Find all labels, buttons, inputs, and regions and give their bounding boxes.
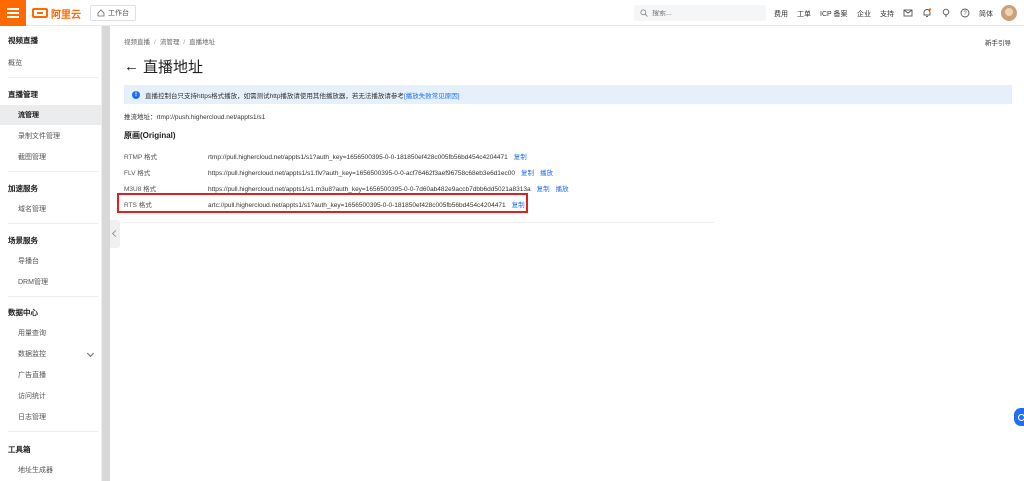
sidebar-group-acceleration[interactable]: 加速服务 bbox=[0, 178, 102, 198]
home-icon bbox=[97, 9, 105, 17]
sidebar: 视频直播 概览 直播管理 流管理 录制文件管理 截图管理 加速服务 域名管理 场… bbox=[0, 26, 102, 481]
page-title: ← 直播地址 bbox=[124, 56, 203, 77]
avatar[interactable] bbox=[1001, 5, 1017, 21]
push-address-value: rtmp://push.highercloud.net/appts1/s1 bbox=[156, 114, 266, 121]
sidebar-collapse-handle[interactable] bbox=[110, 220, 120, 248]
stream-label-rtmp: RTMP 格式 bbox=[124, 154, 157, 161]
copy-button[interactable]: 复制 bbox=[537, 186, 550, 193]
back-arrow-icon[interactable]: ← bbox=[124, 58, 139, 75]
sidebar-item-label: 数据监控 bbox=[18, 351, 46, 358]
breadcrumb-item-stream[interactable]: 流管理 bbox=[160, 39, 180, 46]
sidebar-divider bbox=[8, 77, 98, 78]
sidebar-item-recording-files[interactable]: 录制文件管理 bbox=[0, 126, 102, 146]
workbench-label: 工作台 bbox=[108, 10, 129, 17]
stream-label-flv: FLV 格式 bbox=[124, 170, 151, 177]
sidebar-item-address-generator[interactable]: 地址生成器 bbox=[0, 460, 102, 480]
sidebar-item-drm[interactable]: DRM管理 bbox=[0, 272, 102, 292]
sidebar-item-monitoring[interactable]: 数据监控 bbox=[0, 344, 102, 364]
search-icon bbox=[640, 9, 648, 17]
stream-url: https://pull.highercloud.net/appts1/s1.f… bbox=[208, 170, 516, 177]
bell-icon[interactable] bbox=[922, 8, 932, 18]
sidebar-item-snapshots[interactable]: 截图管理 bbox=[0, 147, 102, 167]
play-button[interactable]: 播放 bbox=[540, 170, 553, 177]
sidebar-item-stream-management[interactable]: 流管理 bbox=[0, 105, 102, 125]
enterprise-link[interactable]: 企业 bbox=[857, 9, 871, 19]
rts-highlight-box bbox=[117, 193, 528, 213]
sidebar-item-ad-live[interactable]: 广告直播 bbox=[0, 365, 102, 385]
sidebar-title: 视频直播 bbox=[8, 35, 38, 45]
sidebar-divider bbox=[8, 431, 98, 432]
section-title: 原画(Original) bbox=[124, 131, 176, 140]
stream-row-rtmp: rtmp://pull.highercloud.net/appts1/s1?au… bbox=[208, 151, 527, 161]
sidebar-scrollbar[interactable] bbox=[102, 26, 110, 481]
beginner-guide-link[interactable]: 新手引导 bbox=[985, 37, 1011, 47]
help-icon[interactable]: ? bbox=[960, 8, 970, 18]
stream-label-m3u8: M3U8 格式 bbox=[124, 186, 157, 193]
stream-url: rtmp://pull.highercloud.net/appts1/s1?au… bbox=[208, 154, 508, 161]
breadcrumb-item-current: 直播地址 bbox=[189, 39, 216, 46]
sidebar-item-usage[interactable]: 用量查询 bbox=[0, 323, 102, 343]
notice-text: 直播控制台只支持https格式播放，如需测试http播放请使用其他播放器，若无法… bbox=[145, 92, 404, 100]
sidebar-group-live-management[interactable]: 直播管理 bbox=[0, 84, 102, 104]
notice-help-link[interactable]: [播放失败常见原因] bbox=[404, 90, 460, 100]
ticket-link[interactable]: 工单 bbox=[797, 9, 811, 19]
sidebar-group-data-center[interactable]: 数据中心 bbox=[0, 302, 102, 322]
push-address-label: 推流地址： bbox=[124, 114, 157, 121]
sidebar-divider bbox=[8, 171, 98, 172]
search-input[interactable] bbox=[652, 9, 752, 17]
sidebar-group-toolbox[interactable]: 工具箱 bbox=[0, 439, 102, 459]
breadcrumb-item-live[interactable]: 视频直播 bbox=[124, 39, 150, 46]
sidebar-item-director[interactable]: 导播台 bbox=[0, 251, 102, 271]
lightbulb-icon[interactable] bbox=[941, 8, 951, 18]
top-bar: 阿里云 工作台 费用 工单 ICP 备案 企业 支持 ? 简体 bbox=[0, 0, 1024, 26]
stream-row-flv: https://pull.highercloud.net/appts1/s1.f… bbox=[208, 167, 553, 177]
chevron-down-icon bbox=[86, 349, 95, 358]
copy-button[interactable]: 复制 bbox=[521, 170, 534, 177]
copy-button[interactable]: 复制 bbox=[514, 154, 527, 161]
sidebar-item-domains[interactable]: 域名管理 bbox=[0, 199, 102, 219]
breadcrumb: 视频直播 / 流管理 / 直播地址 bbox=[124, 39, 216, 46]
play-button[interactable]: 播放 bbox=[556, 186, 569, 193]
menu-icon[interactable] bbox=[0, 0, 26, 26]
info-icon: ! bbox=[132, 90, 140, 99]
sidebar-item-access-stats[interactable]: 访问统计 bbox=[0, 386, 102, 406]
sidebar-divider bbox=[8, 296, 98, 297]
aliyun-logo-icon bbox=[32, 8, 48, 18]
brand-logo[interactable]: 阿里云 bbox=[32, 7, 81, 21]
stream-row-m3u8: https://pull.highercloud.net/appts1/s1.m… bbox=[208, 183, 569, 193]
language-switch[interactable]: 简体 bbox=[979, 9, 993, 19]
sidebar-divider bbox=[8, 223, 98, 224]
search-box[interactable] bbox=[634, 5, 766, 21]
message-icon[interactable] bbox=[903, 8, 913, 18]
floating-assistant-button[interactable] bbox=[1014, 408, 1024, 426]
brand-name: 阿里云 bbox=[51, 9, 81, 21]
push-address: 推流地址：rtmp://push.highercloud.net/appts1/… bbox=[124, 111, 265, 121]
sidebar-group-scenarios[interactable]: 场景服务 bbox=[0, 230, 102, 250]
stream-url: https://pull.highercloud.net/appts1/s1.m… bbox=[208, 186, 531, 193]
support-link[interactable]: 支持 bbox=[880, 9, 894, 19]
workbench-button[interactable]: 工作台 bbox=[90, 5, 136, 21]
fees-link[interactable]: 费用 bbox=[774, 9, 788, 19]
sidebar-item-overview[interactable]: 概览 bbox=[0, 53, 102, 73]
notice-banner: ! 直播控制台只支持https格式播放，如需测试http播放请使用其他播放器，若… bbox=[124, 85, 1012, 104]
icp-link[interactable]: ICP 备案 bbox=[820, 9, 848, 19]
content-divider bbox=[124, 222, 714, 223]
sidebar-item-logs[interactable]: 日志管理 bbox=[0, 407, 102, 427]
page-title-text: 直播地址 bbox=[143, 59, 204, 76]
